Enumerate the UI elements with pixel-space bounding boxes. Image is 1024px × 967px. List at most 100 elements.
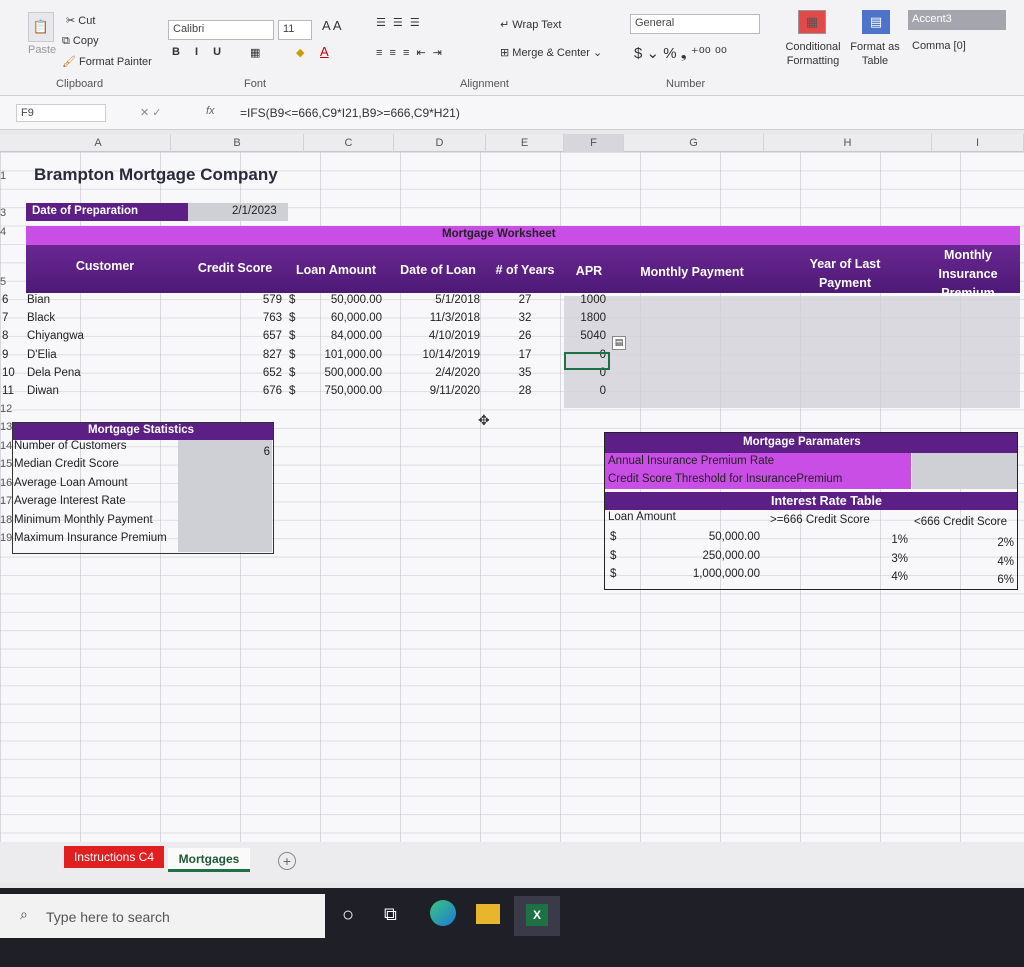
customer-cell[interactable]: Diwan (27, 385, 59, 397)
currency-cell[interactable]: $ (289, 385, 295, 397)
header-customer[interactable]: Customer (60, 259, 150, 273)
years-cell[interactable]: 28 (510, 385, 540, 397)
credit-score-cell[interactable]: 579 (242, 294, 282, 306)
currency-cell[interactable]: $ (289, 367, 295, 379)
cancel-confirm-icons[interactable]: ✕ ✓ (140, 106, 162, 119)
years-cell[interactable]: 26 (510, 330, 540, 342)
years-cell[interactable]: 27 (510, 294, 540, 306)
row-number[interactable]: 11 (2, 385, 14, 397)
task-view-icon[interactable]: ⧉ (384, 904, 397, 925)
annual-rate-label[interactable]: Annual Insurance Premium Rate (608, 455, 774, 467)
comma0-style[interactable]: Comma [0] (912, 40, 966, 52)
apr-cell[interactable]: 5040 (566, 330, 606, 342)
loan-amount-cell[interactable]: 50,000.00 (302, 294, 382, 306)
col-i[interactable]: I (932, 134, 1024, 152)
loan-amount-cell[interactable]: 60,000.00 (302, 312, 382, 324)
rate-ge-cell[interactable]: 3% (850, 553, 908, 565)
date-of-loan-cell[interactable]: 10/14/2019 (400, 349, 480, 361)
customer-cell[interactable]: Dela Pena (27, 367, 81, 379)
customer-cell[interactable]: Bian (27, 294, 50, 306)
cut-button[interactable]: ✂ Cut (66, 14, 95, 27)
col-b[interactable]: B (171, 134, 304, 152)
loan-amount-cell[interactable]: 84,000.00 (302, 330, 382, 342)
loan-amount-cell[interactable]: 500,000.00 (302, 367, 382, 379)
customer-cell[interactable]: Black (27, 312, 55, 324)
add-sheet-icon[interactable]: + (278, 852, 296, 870)
formula-input[interactable]: =IFS(B9<=666,C9*I21,B9>=666,C9*H21) (240, 106, 460, 120)
align-top-icon[interactable]: ☰ ☰ ☰ (376, 16, 422, 29)
stat-value[interactable]: 6 (230, 446, 270, 458)
conditional-formatting-button[interactable]: Conditional Formatting (778, 40, 848, 68)
credit-score-cell[interactable]: 827 (242, 349, 282, 361)
fill-color-icon[interactable]: ◆ (296, 46, 304, 59)
font-color-icon[interactable]: A (320, 44, 329, 59)
credit-score-cell[interactable]: 763 (242, 312, 282, 324)
row-number[interactable]: 7 (2, 312, 8, 324)
tab-instructions-c4[interactable]: Instructions C4 (64, 846, 164, 868)
rate-currency-cell[interactable]: $ (610, 568, 616, 580)
credit-score-cell[interactable]: 652 (242, 367, 282, 379)
customer-cell[interactable]: D'Elia (27, 349, 57, 361)
paste-button[interactable]: Paste (28, 44, 56, 56)
loan-amount-cell[interactable]: 101,000.00 (302, 349, 382, 361)
loan-amount-cell[interactable]: 750,000.00 (302, 385, 382, 397)
row-number[interactable]: 10 (2, 367, 15, 379)
threshold-label[interactable]: Credit Score Threshold for InsurancePrem… (608, 473, 842, 485)
rate-ge-cell[interactable]: 4% (850, 571, 908, 583)
currency-percent-icons[interactable]: $ ⌄ % ❟ ⁺⁰⁰ ⁰⁰ (634, 44, 727, 62)
row-number[interactable]: 8 (2, 330, 8, 342)
currency-cell[interactable]: $ (289, 330, 295, 342)
font-size-select[interactable]: 11 (278, 20, 312, 40)
number-format-select[interactable]: General (630, 14, 760, 34)
rate-lt-cell[interactable]: 2% (950, 537, 1014, 549)
worksheet-title-cell[interactable]: Mortgage Worksheet (26, 226, 1020, 245)
company-title[interactable]: Brampton Mortgage Company (34, 165, 278, 185)
edge-icon[interactable] (430, 900, 456, 926)
col-d[interactable]: D (394, 134, 486, 152)
row-number[interactable]: 9 (2, 349, 8, 361)
rate-currency-cell[interactable]: $ (610, 550, 616, 562)
rate-loan-amount-cell[interactable]: 50,000.00 (640, 531, 760, 543)
format-as-table-button[interactable]: Format as Table (848, 40, 902, 68)
date-of-loan-cell[interactable]: 4/10/2019 (400, 330, 480, 342)
date-label-cell[interactable]: Date of Preparation (26, 203, 188, 221)
date-value-cell[interactable]: 2/1/2023 (188, 203, 288, 221)
rate-lt-cell[interactable]: 4% (950, 556, 1014, 568)
bold-italic-underline-buttons[interactable]: B I U (172, 46, 227, 58)
col-g[interactable]: G (624, 134, 764, 152)
format-painter-button[interactable]: 🖌 Format Painter (62, 55, 152, 68)
header-credit-score[interactable]: Credit Score (190, 261, 280, 275)
rate-table-title-cell[interactable]: Interest Rate Table (605, 492, 1017, 510)
currency-cell[interactable]: $ (289, 294, 295, 306)
col-c[interactable]: C (304, 134, 394, 152)
font-grow-shrink-icon[interactable]: A A (322, 18, 342, 33)
header-loan-amount[interactable]: Loan Amount (290, 263, 382, 277)
stat-label[interactable]: Median Credit Score (14, 458, 119, 470)
cortana-icon[interactable]: ○ (342, 904, 354, 927)
col-lt-666[interactable]: <666 Credit Score (914, 516, 1007, 528)
rate-lt-cell[interactable]: 6% (950, 574, 1014, 586)
currency-cell[interactable]: $ (289, 349, 295, 361)
accent3-style[interactable]: Accent3 (908, 10, 1006, 30)
borders-icon[interactable]: ▦ (250, 46, 260, 59)
col-ge-666[interactable]: >=666 Credit Score (770, 514, 870, 526)
apr-cell[interactable]: 0 (566, 385, 606, 397)
stat-label[interactable]: Average Interest Rate (14, 495, 126, 507)
copy-button[interactable]: ⧉ Copy (62, 35, 99, 48)
align-center-icon[interactable]: ≡ ≡ ≡ ⇤ ⇥ (376, 46, 444, 59)
col-e[interactable]: E (486, 134, 564, 152)
quick-analysis-icon[interactable]: ▤ (612, 336, 626, 350)
years-cell[interactable]: 32 (510, 312, 540, 324)
format-as-table-icon[interactable]: ▤ (862, 10, 890, 34)
excel-taskbar-button[interactable]: X (514, 896, 560, 936)
fx-icon[interactable]: fx (206, 105, 215, 117)
currency-cell[interactable]: $ (289, 312, 295, 324)
taskbar-search-box[interactable]: ⌕ Type here to search (0, 894, 325, 938)
wrap-text-button[interactable]: ↵ Wrap Text (500, 18, 561, 31)
apr-cell[interactable]: 1800 (566, 312, 606, 324)
apr-cell[interactable]: 1000 (566, 294, 606, 306)
rate-ge-cell[interactable]: 1% (850, 534, 908, 546)
years-cell[interactable]: 17 (510, 349, 540, 361)
header-years[interactable]: # of Years (486, 263, 564, 277)
date-of-loan-cell[interactable]: 5/1/2018 (400, 294, 480, 306)
